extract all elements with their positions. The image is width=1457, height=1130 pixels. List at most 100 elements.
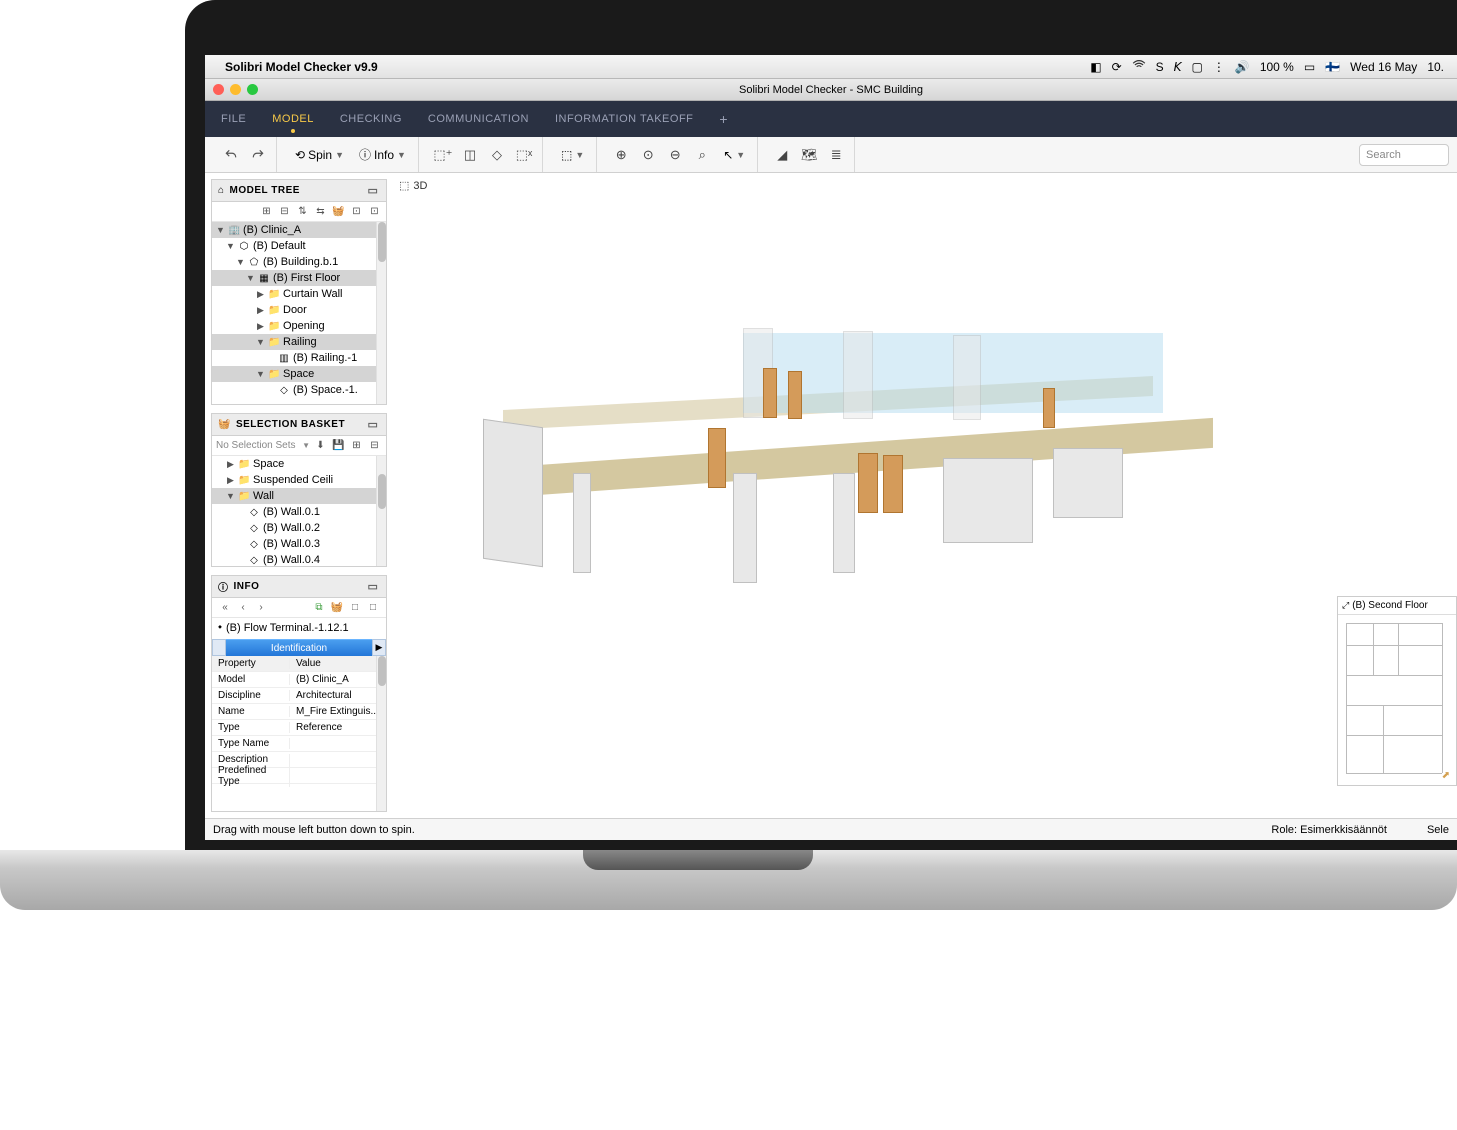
menubar-sync-icon[interactable]: ⟳ xyxy=(1112,60,1122,74)
zoom-fit-button[interactable]: ⊙ xyxy=(636,143,660,167)
tree-row[interactable]: ▼⬡(B) Default xyxy=(212,238,386,254)
info-link-button[interactable]: ⧉ xyxy=(312,601,326,615)
info-copy-button[interactable]: □ xyxy=(348,601,362,615)
panel-menu-button[interactable]: ▭ xyxy=(366,418,380,432)
box-hide-button[interactable]: ◇ xyxy=(485,143,509,167)
zoom-out-button[interactable]: ⊖ xyxy=(663,143,687,167)
panel-menu-button[interactable]: ▭ xyxy=(366,184,380,198)
menubar-flag-icon[interactable]: 🇫🇮 xyxy=(1325,60,1340,74)
menubar-display-icon[interactable]: ▢ xyxy=(1192,60,1203,74)
tree-row[interactable]: ▶📁Curtain Wall xyxy=(212,286,386,302)
tree-tool-6[interactable]: ⊡ xyxy=(349,204,364,219)
section-next-button[interactable]: ▶ xyxy=(372,639,386,656)
selection-set-dropdown[interactable]: No Selection Sets xyxy=(216,440,299,451)
list-item[interactable]: ◇(B) Wall.0.1 xyxy=(212,504,386,520)
building-model[interactable] xyxy=(453,323,1397,623)
info-paste-button[interactable]: □ xyxy=(366,601,380,615)
viewport-3d[interactable]: ⬚ 3D xyxy=(393,173,1457,818)
menubar-record-icon[interactable]: ◧ xyxy=(1090,60,1101,74)
list-item[interactable]: ▶📁Space xyxy=(212,456,386,472)
menubar-wifi-icon[interactable] xyxy=(1132,58,1146,75)
menubar-date[interactable]: Wed 16 May xyxy=(1350,60,1417,74)
basket-save-button[interactable]: 💾 xyxy=(331,438,346,453)
zoom-window-button[interactable]: ⌕ xyxy=(690,143,714,167)
menubar-k-icon[interactable]: 𝘒 xyxy=(1174,60,1182,74)
cube-icon: ⬚ xyxy=(561,148,572,162)
tab-communication[interactable]: COMMUNICATION xyxy=(428,113,529,125)
expand-icon[interactable]: ⤢ xyxy=(1342,600,1349,611)
list-item[interactable]: ◇(B) Wall.0.2 xyxy=(212,520,386,536)
tree-row[interactable]: ▼⬠(B) Building.b.1 xyxy=(212,254,386,270)
close-window-button[interactable] xyxy=(213,84,224,95)
info-section-label[interactable]: Identification xyxy=(226,639,372,656)
tab-checking[interactable]: CHECKING xyxy=(340,113,402,125)
tree-row[interactable]: ▼▦(B) First Floor xyxy=(212,270,386,286)
menubar-s-icon[interactable]: S xyxy=(1156,60,1164,74)
tree-tool-4[interactable]: ⇆ xyxy=(313,204,328,219)
table-row[interactable]: NameM_Fire Extinguis... xyxy=(212,704,386,720)
titlebar[interactable]: Solibri Model Checker - SMC Building xyxy=(205,79,1457,101)
info-dropdown[interactable]: ⓘ Info ▼ xyxy=(353,143,412,167)
minimap[interactable]: ⤢ (B) Second Floor xyxy=(1337,596,1457,786)
info-next-button[interactable]: › xyxy=(254,601,268,615)
list-item[interactable]: ◇(B) Wall.0.4 xyxy=(212,552,386,566)
undo-button[interactable] xyxy=(219,143,243,167)
basket-load-button[interactable]: ⬇ xyxy=(313,438,328,453)
tree-row[interactable]: ▼🏢(B) Clinic_A xyxy=(212,222,386,238)
cube-dropdown[interactable]: ⬚ ▼ xyxy=(555,143,590,167)
info-prev-button[interactable]: ‹ xyxy=(236,601,250,615)
macos-app-name[interactable]: Solibri Model Checker v9.9 xyxy=(225,60,378,74)
basket-tool-4[interactable]: ⊟ xyxy=(367,438,382,453)
table-row[interactable]: Predefined Type xyxy=(212,768,386,784)
add-tab-button[interactable]: + xyxy=(719,111,727,127)
tab-model[interactable]: MODEL xyxy=(272,113,314,125)
tree-tool-3[interactable]: ⇅ xyxy=(295,204,310,219)
table-row[interactable]: DisciplineArchitectural xyxy=(212,688,386,704)
list-item[interactable]: ▼📁Wall xyxy=(212,488,386,504)
tree-row[interactable]: ▶📁Opening xyxy=(212,318,386,334)
menubar-volume-icon[interactable]: 🔊 xyxy=(1235,60,1250,74)
table-row[interactable]: Type Name xyxy=(212,736,386,752)
info-basket-button[interactable]: 🧺 xyxy=(330,601,344,615)
window-title: Solibri Model Checker - SMC Building xyxy=(739,84,923,96)
basket-tool-3[interactable]: ⊞ xyxy=(349,438,364,453)
search-input[interactable]: Search xyxy=(1359,144,1449,166)
tab-file[interactable]: FILE xyxy=(221,113,246,125)
tree-tool-7[interactable]: ⊡ xyxy=(367,204,382,219)
tree-row[interactable]: ▶📁Door xyxy=(212,302,386,318)
redo-button[interactable] xyxy=(246,143,270,167)
minimize-window-button[interactable] xyxy=(230,84,241,95)
list-item[interactable]: ▶📁Suspended Ceili xyxy=(212,472,386,488)
menubar-updates-icon[interactable]: ⋮ xyxy=(1213,60,1225,74)
list-item[interactable]: ◇(B) Wall.0.3 xyxy=(212,536,386,552)
tree-row[interactable]: ▥(B) Railing.-1 xyxy=(212,350,386,366)
layers-button[interactable]: ≣ xyxy=(824,143,848,167)
box-add-button[interactable]: ⬚⁺ xyxy=(431,143,455,167)
table-row[interactable]: TypeReference xyxy=(212,720,386,736)
panel-menu-button[interactable]: ▭ xyxy=(366,580,380,594)
menubar-battery-icon[interactable]: ▭ xyxy=(1304,60,1315,74)
map-button[interactable]: 🗺 xyxy=(797,143,821,167)
table-row: PropertyValue xyxy=(212,656,386,672)
tree-row[interactable]: ▼📁Railing xyxy=(212,334,386,350)
section-button[interactable]: ◢ xyxy=(770,143,794,167)
tab-information-takeoff[interactable]: INFORMATION TAKEOFF xyxy=(555,113,693,125)
box-transparent-button[interactable]: ◫ xyxy=(458,143,482,167)
zoom-window-button[interactable] xyxy=(247,84,258,95)
box-remove-button[interactable]: ⬚ˣ xyxy=(512,143,536,167)
tree-tool-1[interactable]: ⊞ xyxy=(259,204,274,219)
selection-basket-panel: 🧺 SELECTION BASKET ▭ No Selection Sets ▼… xyxy=(211,413,387,567)
tree-row[interactable]: ◇(B) Space.-1. xyxy=(212,382,386,398)
tree-tool-2[interactable]: ⊟ xyxy=(277,204,292,219)
tree-row[interactable]: ▼📁Space xyxy=(212,366,386,382)
section-prev-button[interactable] xyxy=(212,639,226,656)
zoom-in-button[interactable]: ⊕ xyxy=(609,143,633,167)
spin-dropdown[interactable]: ⟲ Spin ▼ xyxy=(289,143,350,167)
table-row[interactable]: Model(B) Clinic_A xyxy=(212,672,386,688)
toolbar: ⟲ Spin ▼ ⓘ Info ▼ ⬚⁺ ◫ ◇ ⬚ˣ ⬚ ▼ xyxy=(205,137,1457,173)
info-first-button[interactable]: « xyxy=(218,601,232,615)
select-dropdown[interactable]: ↖ ▼ xyxy=(717,143,751,167)
tree-tool-basket[interactable]: 🧺 xyxy=(331,204,346,219)
app-window: Solibri Model Checker - SMC Building FIL… xyxy=(205,79,1457,840)
floorplan[interactable]: ⬈ xyxy=(1338,615,1456,785)
